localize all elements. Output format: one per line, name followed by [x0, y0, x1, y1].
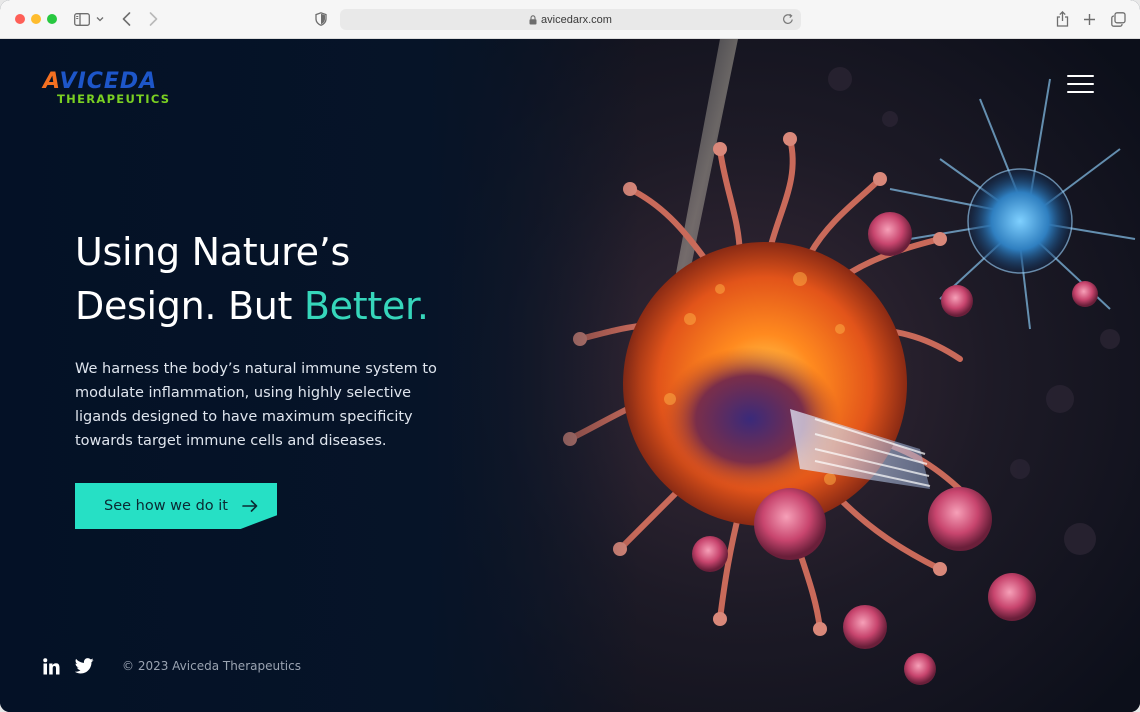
- see-how-we-do-it-button[interactable]: See how we do it: [75, 483, 277, 529]
- back-button[interactable]: [118, 10, 134, 28]
- twitter-link[interactable]: [74, 658, 94, 676]
- hero-headline: Using Nature’s Design. But Better.: [75, 225, 429, 333]
- headline-accent: Better.: [303, 284, 429, 328]
- browser-toolbar: avicedarx.com: [0, 0, 1140, 39]
- copyright-text: © 2023 Aviceda Therapeutics: [122, 659, 301, 673]
- share-button[interactable]: [1054, 10, 1070, 28]
- arrow-right-icon: [242, 500, 258, 512]
- forward-button[interactable]: [145, 10, 161, 28]
- chevron-down-icon: [96, 17, 104, 22]
- hero-description: We harness the body’s natural immune sys…: [75, 361, 437, 449]
- cta-label: See how we do it: [104, 498, 228, 514]
- hero-section: AVICEDA THERAPEUTICS Using Nature’s Desi…: [0, 39, 1140, 712]
- sidebar-toggle-button[interactable]: [73, 10, 105, 28]
- reload-icon[interactable]: [781, 12, 795, 26]
- minimize-window-button[interactable]: [31, 14, 41, 24]
- browser-window: avicedarx.com AVICEDA THERAPEUTICS Using…: [0, 0, 1140, 712]
- shield-icon: [315, 12, 327, 26]
- hamburger-menu-button[interactable]: [1067, 75, 1094, 95]
- linkedin-icon: [43, 658, 60, 675]
- zoom-window-button[interactable]: [47, 14, 57, 24]
- lock-icon: [529, 14, 537, 24]
- back-arrow-icon: [122, 12, 130, 26]
- aviceda-logo[interactable]: AVICEDA THERAPEUTICS: [43, 69, 183, 106]
- privacy-report-button[interactable]: [313, 10, 329, 28]
- hamburger-menu-icon: [1067, 75, 1094, 93]
- headline-line-2: Design. But: [75, 284, 304, 328]
- tabs-icon: [1110, 11, 1126, 27]
- share-icon: [1056, 11, 1068, 27]
- logo-tagline: THERAPEUTICS: [57, 92, 171, 106]
- close-window-button[interactable]: [15, 14, 25, 24]
- twitter-icon: [74, 658, 94, 674]
- address-bar[interactable]: avicedarx.com: [340, 9, 801, 30]
- logo-wordmark: AVICEDA: [43, 69, 158, 94]
- headline-line-1: Using Nature’s: [75, 230, 350, 274]
- url-text: avicedarx.com: [541, 13, 612, 26]
- new-tab-button[interactable]: [1081, 10, 1097, 28]
- sidebar-icon: [74, 12, 90, 26]
- forward-arrow-icon: [149, 12, 157, 26]
- linkedin-link[interactable]: [43, 658, 60, 676]
- tab-overview-button[interactable]: [1109, 10, 1127, 28]
- plus-icon: [1083, 13, 1095, 25]
